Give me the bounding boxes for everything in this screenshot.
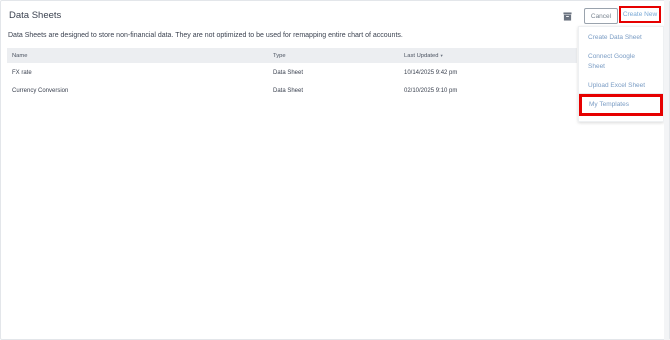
row-name: FX rate xyxy=(12,70,32,76)
menu-item-connect-google-sheet[interactable]: Connect Google Sheet xyxy=(588,52,648,72)
menu-item-my-templates-label: My Templates xyxy=(589,101,629,108)
column-header-name[interactable]: Name xyxy=(12,48,27,63)
archive-button[interactable] xyxy=(560,9,574,23)
create-new-button[interactable]: Create New xyxy=(619,6,661,23)
page-description: Data Sheets are designed to store non-fi… xyxy=(8,32,403,39)
row-name: Currency Conversion xyxy=(12,88,69,94)
menu-item-my-templates[interactable]: My Templates xyxy=(579,94,663,116)
row-last-updated: 02/10/2025 9:10 pm xyxy=(404,88,458,94)
create-new-dropdown: Create Data Sheet Connect Google Sheet U… xyxy=(578,26,664,122)
table-header: Name Type Last Updated ▾ xyxy=(7,48,577,63)
sort-down-icon: ▾ xyxy=(440,52,443,58)
menu-item-upload-excel-sheet[interactable]: Upload Excel Sheet xyxy=(588,81,645,91)
row-last-updated: 10/14/2025 9:42 pm xyxy=(404,70,458,76)
page-title: Data Sheets xyxy=(9,10,62,21)
table-row[interactable]: Currency Conversion Data Sheet 02/10/202… xyxy=(7,83,577,99)
row-type: Data Sheet xyxy=(273,70,304,76)
scrollbar[interactable] xyxy=(664,0,669,340)
column-header-type[interactable]: Type xyxy=(273,48,286,63)
menu-item-create-data-sheet[interactable]: Create Data Sheet xyxy=(588,33,642,43)
table-row[interactable]: FX rate Data Sheet 10/14/2025 9:42 pm xyxy=(7,65,577,81)
archive-icon xyxy=(562,11,572,21)
column-header-last-updated[interactable]: Last Updated ▾ xyxy=(404,48,443,63)
row-type: Data Sheet xyxy=(273,88,304,94)
cancel-button[interactable]: Cancel xyxy=(584,8,618,24)
column-header-last-updated-label: Last Updated xyxy=(404,52,439,59)
